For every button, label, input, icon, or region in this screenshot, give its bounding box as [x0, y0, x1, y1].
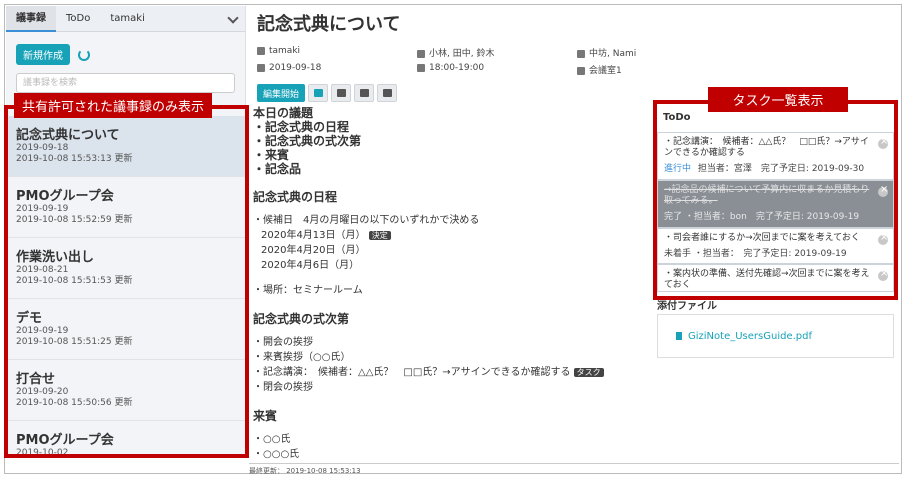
agenda-item: ・記念式典の日程: [253, 120, 350, 134]
body-line: ・記念講演： 候補者：△△氏？ □□氏？→アサインできるか確認する: [253, 367, 571, 378]
sidebar-tabs: 議事録 ToDo tamaki: [6, 6, 245, 32]
annotation-box-right: [653, 100, 898, 300]
share-icon: [577, 49, 585, 58]
author: tamaki: [269, 46, 301, 56]
body-line: ・来賓挨拶（○○氏）: [253, 352, 351, 363]
decided-tag: 決定: [368, 231, 391, 240]
agenda-title: 本日の議題: [253, 106, 314, 120]
meeting-room: 会議室1: [589, 66, 622, 76]
print-icon: [313, 89, 323, 97]
chevron-down-icon[interactable]: [227, 12, 239, 24]
start-edit-button[interactable]: 編集開始: [257, 84, 306, 102]
minutes-body: 本日の議題 ・記念式典の日程 ・記念式典の式次第 ・来賓 ・記念品 記念式典の日…: [249, 102, 657, 462]
toolbar: 編集開始: [249, 76, 657, 102]
pencil-icon: [257, 46, 265, 55]
share-icon: [359, 89, 369, 97]
print-button[interactable]: [308, 84, 329, 102]
task-tag: タスク: [573, 368, 604, 377]
calendar-button[interactable]: [377, 84, 398, 102]
search-input[interactable]: 議事録を検索: [16, 73, 235, 93]
main-content: 記念式典について tamaki 小林, 田中, 鈴木 中坊, Nami 2019…: [249, 6, 657, 462]
share-button[interactable]: [354, 84, 375, 102]
section-title: 来賓: [253, 409, 278, 423]
meeting-time: 18:00-19:00: [429, 63, 485, 73]
meeting-date: 2019-09-18: [269, 63, 322, 73]
tab-todo[interactable]: ToDo: [56, 6, 100, 32]
new-minutes-button[interactable]: 新規作成: [16, 44, 70, 65]
section-title: 記念式典の式次第: [253, 312, 350, 326]
meeting-meta: tamaki 小林, 田中, 鈴木 中坊, Nami 2019-09-18 18…: [249, 40, 657, 76]
agenda-item: ・記念品: [253, 162, 302, 176]
attachments-box: GiziNote_UsersGuide.pdf: [657, 314, 894, 358]
last-updated: 最終更新： 2019-10-08 15:53:13: [249, 463, 899, 476]
refresh-icon[interactable]: [78, 48, 90, 61]
attachment-link[interactable]: GiziNote_UsersGuide.pdf: [688, 331, 812, 342]
body-line: 2020年4月20日（月）: [261, 245, 366, 256]
page-title: 記念式典について: [257, 14, 401, 35]
clock-icon: [417, 63, 425, 72]
shared-with: 中坊, Nami: [589, 49, 637, 59]
annotation-box-left: [4, 105, 249, 458]
body-line: ・閉会の挨拶: [253, 382, 313, 393]
file-icon: [676, 332, 682, 340]
body-line: ・候補日 4月の月曜日の以下のいずれかで決める: [253, 215, 480, 226]
users-icon: [417, 49, 425, 58]
attendees: 小林, 田中, 鈴木: [429, 49, 495, 59]
section-title: 記念式典の日程: [253, 190, 338, 204]
calendar-icon: [257, 63, 265, 72]
body-line: 2020年4月6日（月）: [261, 260, 360, 271]
tab-minutes[interactable]: 議事録: [6, 6, 56, 32]
body-line: ・場所：セミナールーム: [253, 285, 363, 296]
edit-button[interactable]: [331, 84, 352, 102]
pencil-icon: [336, 89, 346, 97]
calendar-icon: [382, 89, 392, 97]
body-line: ・開会の挨拶: [253, 337, 313, 348]
annotation-label-right: タスク一覧表示: [708, 87, 848, 112]
body-line: ・○○氏: [253, 434, 291, 445]
tab-user[interactable]: tamaki: [100, 6, 155, 32]
annotation-label-left: 共有許可された議事録のみ表示: [14, 93, 213, 118]
body-line: 2020年4月13日（月）: [261, 230, 366, 241]
agenda-item: ・来賓: [253, 148, 290, 162]
agenda-item: ・記念式典の式次第: [253, 134, 362, 148]
location-icon: [577, 66, 585, 75]
body-line: ・○○○氏: [253, 449, 300, 460]
